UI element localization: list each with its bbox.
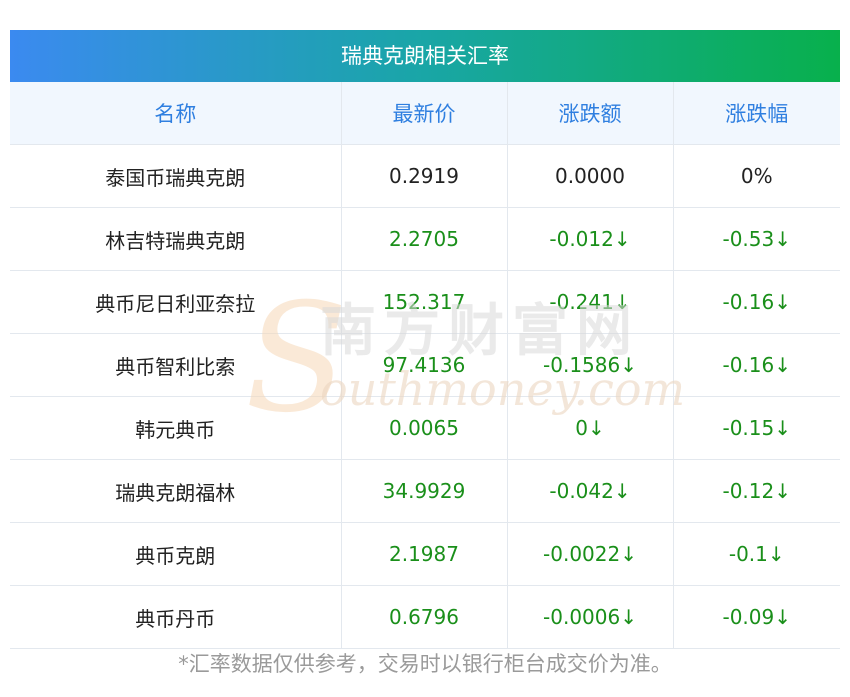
cell-change: -0.0022↓ [507, 522, 674, 586]
table-header-row: 名称 最新价 涨跌额 涨跌幅 [10, 82, 840, 145]
cell-name: 典币尼日利亚奈拉 [10, 270, 342, 334]
column-header-price: 最新价 [341, 82, 508, 145]
cell-price: 34.9929 [341, 459, 508, 523]
cell-change: -0.241↓ [507, 270, 674, 334]
cell-change: -0.012↓ [507, 207, 674, 271]
table-row: 典币丹币 0.6796 -0.0006↓ -0.09↓ [10, 585, 840, 649]
rates-table: 名称 最新价 涨跌额 涨跌幅 泰国币瑞典克朗 0.2919 0.0000 0% 林吉特瑞… [10, 82, 840, 649]
cell-change: 0↓ [507, 396, 674, 460]
cell-percent: -0.16↓ [673, 333, 840, 397]
cell-price: 0.0065 [341, 396, 508, 460]
cell-name: 典币克朗 [10, 522, 342, 586]
cell-change: 0.0000 [507, 144, 674, 208]
cell-price: 2.1987 [341, 522, 508, 586]
table-row: 典币智利比索 97.4136 -0.1586↓ -0.16↓ [10, 333, 840, 397]
table-row: 典币克朗 2.1987 -0.0022↓ -0.1↓ [10, 522, 840, 586]
column-header-change: 涨跌额 [507, 82, 674, 145]
cell-percent: -0.53↓ [673, 207, 840, 271]
cell-percent: -0.12↓ [673, 459, 840, 523]
panel-title: 瑞典克朗相关汇率 [10, 30, 840, 82]
cell-name: 泰国币瑞典克朗 [10, 144, 342, 208]
cell-percent: -0.15↓ [673, 396, 840, 460]
cell-percent: -0.1↓ [673, 522, 840, 586]
column-header-percent: 涨跌幅 [673, 82, 840, 145]
cell-name: 典币智利比索 [10, 333, 342, 397]
cell-name: 典币丹币 [10, 585, 342, 649]
disclaimer-note: *汇率数据仅供参考，交易时以银行柜台成交价为准。 [178, 652, 672, 676]
rates-panel: 瑞典克朗相关汇率 名称 最新价 涨跌额 涨跌幅 泰国币瑞典克朗 0.2919 0.0… [10, 30, 840, 649]
cell-change: -0.1586↓ [507, 333, 674, 397]
table-row: 韩元典币 0.0065 0↓ -0.15↓ [10, 396, 840, 460]
table-row: 瑞典克朗福林 34.9929 -0.042↓ -0.12↓ [10, 459, 840, 523]
cell-price: 2.2705 [341, 207, 508, 271]
table-row: 典币尼日利亚奈拉 152.317 -0.241↓ -0.16↓ [10, 270, 840, 334]
cell-percent: -0.16↓ [673, 270, 840, 334]
cell-percent: 0% [673, 144, 840, 208]
cell-price: 0.6796 [341, 585, 508, 649]
cell-name: 林吉特瑞典克朗 [10, 207, 342, 271]
cell-name: 瑞典克朗福林 [10, 459, 342, 523]
cell-price: 97.4136 [341, 333, 508, 397]
cell-percent: -0.09↓ [673, 585, 840, 649]
cell-change: -0.0006↓ [507, 585, 674, 649]
cell-price: 0.2919 [341, 144, 508, 208]
column-header-name: 名称 [10, 82, 342, 145]
cell-name: 韩元典币 [10, 396, 342, 460]
table-row: 林吉特瑞典克朗 2.2705 -0.012↓ -0.53↓ [10, 207, 840, 271]
table-row: 泰国币瑞典克朗 0.2919 0.0000 0% [10, 144, 840, 208]
cell-change: -0.042↓ [507, 459, 674, 523]
cell-price: 152.317 [341, 270, 508, 334]
